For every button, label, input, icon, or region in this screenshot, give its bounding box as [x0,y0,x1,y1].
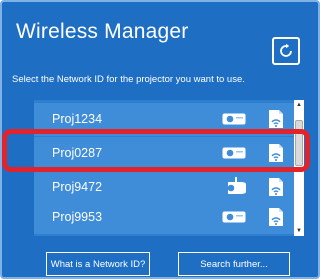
network-id-label: Proj9953 [52,210,103,224]
refresh-icon [280,43,292,57]
list-item[interactable]: Proj9953 [34,201,294,234]
network-id-list: Proj1234 Proj0287 Proj9472 Proj9953 ▲ ▼ [34,100,304,236]
list-item-selected[interactable]: Proj0287 [34,137,294,170]
list-item[interactable]: Proj9472 [34,171,294,204]
network-icon [269,178,283,196]
network-icon [269,110,283,128]
network-id-label: Proj0287 [52,146,103,160]
scroll-down-arrow-icon[interactable]: ▼ [294,226,304,236]
refresh-button[interactable] [272,37,300,65]
search-further-button[interactable]: Search further... [178,252,290,276]
window-title: Wireless Manager [16,20,189,43]
projector-icon [222,147,246,159]
projector-icon [222,113,246,125]
network-id-label: Proj9472 [52,180,103,194]
network-icon [269,208,283,226]
network-id-label: Proj1234 [52,112,103,126]
network-icon [269,144,283,162]
list-scrollbar[interactable]: ▲ ▼ [294,100,304,236]
instruction-text: Select the Network ID for the projector … [12,74,245,85]
what-is-network-id-button[interactable]: What is a Network ID? [46,252,150,276]
projector-icon [222,211,246,223]
wireless-manager-window: Wireless Manager Select the Network ID f… [0,0,320,279]
list-item[interactable]: Proj1234 [34,103,294,136]
projector-ceiling-icon [227,177,246,194]
scroll-thumb[interactable] [295,120,303,166]
scroll-up-arrow-icon[interactable]: ▲ [294,100,304,110]
